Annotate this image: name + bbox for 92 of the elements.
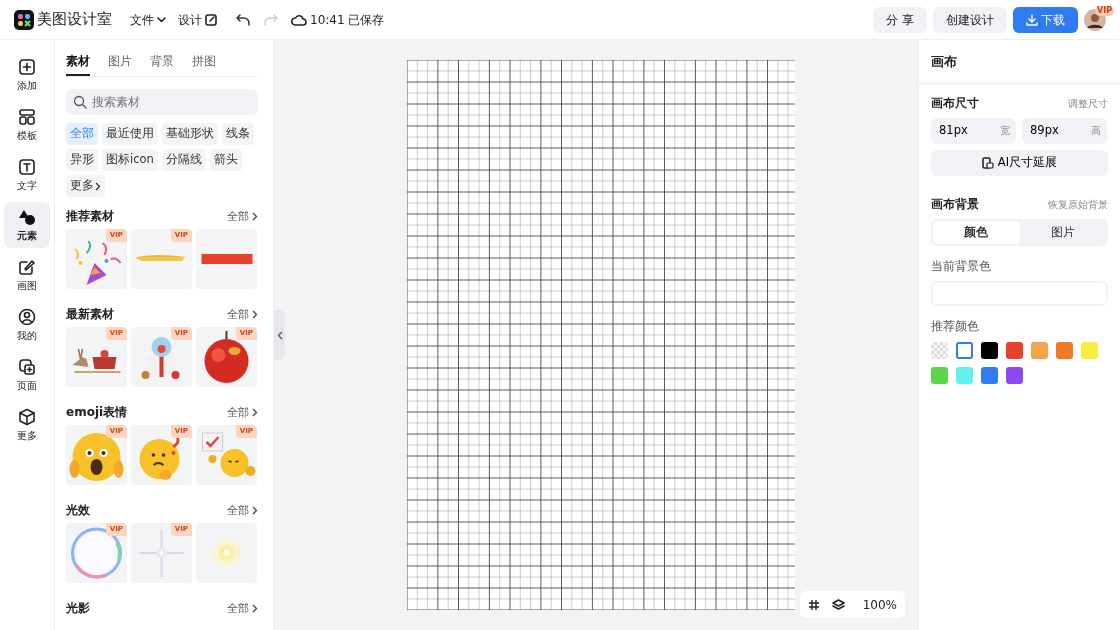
panel-title: 画布 [919,40,1120,85]
share-button[interactable]: 分 享 [873,6,927,33]
layers-icon [831,599,845,611]
search-box[interactable]: 搜索素材 [66,89,258,115]
menu-button[interactable]: 设计 [178,10,217,29]
color-swatch[interactable] [1006,366,1023,384]
sidebar-item[interactable]: 文字 [4,152,50,198]
unit-label: 高 [1091,124,1101,139]
caret-icon [157,16,166,23]
color-swatch[interactable] [956,341,973,359]
logo-icon [14,9,34,30]
filter-chip[interactable]: 线条 [222,123,254,145]
color-swatch[interactable] [981,366,998,384]
create-button[interactable]: 创建设计 [933,6,1007,33]
page-icon [18,357,36,376]
sidebar-item[interactable]: 更多 [4,402,50,448]
section-title: emoji表情 [66,405,128,420]
section-title: 光效 [66,503,90,518]
text-link[interactable]: 恢复原始背景 [1048,196,1108,212]
color-swatch[interactable] [1006,341,1023,359]
search-field[interactable]: 搜索素材 [90,92,240,112]
width-field[interactable]: 81px [937,121,987,141]
color-swatch[interactable] [931,366,948,384]
field-label: 当前背景色 [931,258,992,275]
resize-icon [981,156,994,169]
chevron-icon [252,604,258,613]
download-icon [1026,13,1038,26]
height-box[interactable]: 89px 高 [1022,117,1107,144]
app-name: 美图设计室 [37,9,112,31]
cloud-icon [291,13,307,26]
chevron-icon [252,408,258,417]
filter-chip[interactable]: 最近使用 [102,123,158,145]
more-button[interactable]: 更多 [66,175,105,197]
chevron-icon [94,181,101,191]
tab[interactable]: 素材 [66,52,90,76]
section-title: 画布尺寸 [931,94,979,112]
sidebar-item[interactable]: 页面 [4,352,50,398]
collapse-handle[interactable] [274,310,285,360]
color-swatch[interactable] [1081,341,1098,359]
text-link[interactable]: 调整尺寸 [1068,95,1108,111]
add-icon [18,57,36,76]
cube-icon [18,407,36,426]
chevron-icon [252,506,258,515]
filter-chip[interactable]: 全部 [66,123,98,145]
filter-chip[interactable]: 异形 [66,149,98,171]
search-icon [73,95,87,109]
sidebar-item[interactable]: 模板 [4,102,50,148]
unit-label: 宽 [1000,124,1010,139]
filter-chip[interactable]: 基础形状 [162,123,218,145]
section-title: 光影 [66,601,90,616]
download-button[interactable]: 下载 [1013,6,1078,33]
ai-resize-button[interactable]: AI尺寸延展 [931,149,1108,176]
sidebar-item[interactable]: 元素 [4,202,50,248]
grid-icon [807,599,820,611]
chevron-icon [252,212,258,221]
color-swatch[interactable] [1031,341,1048,359]
tab[interactable]: 图片 [108,52,132,76]
color-swatch[interactable] [981,341,998,359]
sidebar-item[interactable]: 添加 [4,52,50,98]
section-title: 画布背景 [931,195,979,213]
height-field[interactable]: 89px [1028,121,1078,141]
view-all-link[interactable]: 全部 [227,503,258,518]
vip-badge: VIP [1094,5,1114,16]
tab[interactable]: 拼图 [192,52,216,76]
field-label: 推荐颜色 [931,318,980,336]
view-all-link[interactable]: 全部 [227,307,258,322]
edit-icon [205,13,217,26]
tab[interactable]: 背景 [150,52,174,76]
layout-icon [18,107,36,126]
color-swatch[interactable] [956,366,973,384]
color-swatch[interactable] [1056,341,1073,359]
segment-tab[interactable]: 颜色 [933,221,1020,244]
save-status: 10:41 已保存 [310,11,385,29]
filter-chip[interactable]: 分隔线 [161,149,206,171]
filter-chip[interactable]: 箭头 [209,149,242,171]
chevron-icon [252,310,258,319]
user-icon [18,307,36,326]
transparent-swatch[interactable] [931,341,948,359]
segment-tab[interactable]: 图片 [1019,221,1106,244]
menu-button[interactable]: 文件 [130,10,166,29]
section-title: 推荐素材 [66,209,114,224]
sidebar-item[interactable]: 我的 [4,302,50,348]
view-all-link[interactable]: 全部 [227,601,258,616]
sidebar-item[interactable]: 画图 [4,252,50,298]
chevron-icon [276,330,283,340]
section-title: 最新素材 [66,307,114,322]
view-all-link[interactable]: 全部 [227,209,258,224]
text-icon [18,157,36,176]
width-box[interactable]: 81px 宽 [931,117,1016,144]
view-all-link[interactable]: 全部 [227,405,258,420]
filter-chip[interactable]: 图标icon [102,149,158,171]
pencil-icon [18,257,36,276]
